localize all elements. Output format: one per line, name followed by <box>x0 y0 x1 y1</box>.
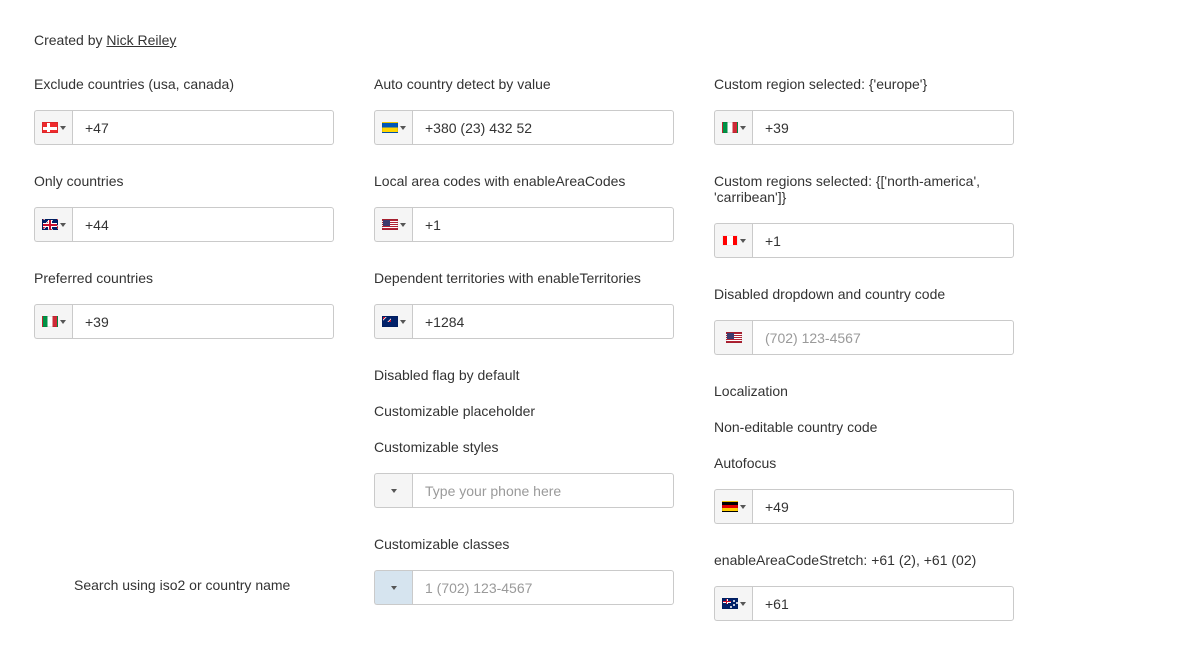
phone-field-classes[interactable] <box>412 570 674 605</box>
phone-field-preferred[interactable] <box>72 304 334 339</box>
flag-dropdown-no[interactable] <box>34 110 72 145</box>
phone-input-disabled <box>714 320 1014 355</box>
label-only-countries: Only countries <box>34 173 334 189</box>
credit-prefix: Created by <box>34 32 106 48</box>
flag-australia-icon <box>722 598 738 609</box>
flag-dropdown-us[interactable] <box>374 207 412 242</box>
column-3: Custom region selected: {'europe'} Custo… <box>714 76 1014 639</box>
chevron-down-icon <box>740 239 746 243</box>
chevron-down-icon <box>400 320 406 324</box>
flag-canada-icon <box>722 235 738 246</box>
phone-input-classes <box>374 570 674 605</box>
flag-dropdown-none[interactable] <box>374 473 412 508</box>
label-region-na: Custom regions selected: {['north-americ… <box>714 173 1014 205</box>
label-customizable-styles: Customizable styles <box>374 439 674 455</box>
flag-italy-icon <box>722 122 738 133</box>
flag-uk-icon <box>42 219 58 230</box>
columns: Exclude countries (usa, canada) Only cou… <box>34 76 1166 639</box>
flag-ukraine-icon <box>382 122 398 133</box>
flag-dropdown-it[interactable] <box>34 304 72 339</box>
label-noneditable: Non-editable country code <box>714 419 1014 435</box>
flag-italy-icon <box>42 316 58 327</box>
flag-usa-icon <box>726 332 742 343</box>
label-auto-detect: Auto country detect by value <box>374 76 674 92</box>
chevron-down-icon <box>740 126 746 130</box>
phone-field-disabled[interactable] <box>752 320 1014 355</box>
phone-input-preferred <box>34 304 334 339</box>
phone-input-only <box>34 207 334 242</box>
phone-field-region1[interactable] <box>752 110 1014 145</box>
phone-input-autofocus <box>714 489 1014 524</box>
phone-field-territories[interactable] <box>412 304 674 339</box>
chevron-down-icon <box>60 223 66 227</box>
search-section: Search using iso2 or country name <box>74 577 374 611</box>
chevron-down-icon <box>400 126 406 130</box>
phone-input-exclude <box>34 110 334 145</box>
chevron-down-icon <box>391 489 397 493</box>
flag-norway-icon <box>42 122 58 133</box>
flag-dropdown-vg[interactable] <box>374 304 412 339</box>
phone-field-auto[interactable] <box>412 110 674 145</box>
flag-dropdown-disabled <box>714 320 752 355</box>
chevron-down-icon <box>400 223 406 227</box>
phone-input-area <box>374 207 674 242</box>
column-2: Auto country detect by value Local area … <box>374 76 674 639</box>
chevron-down-icon <box>391 586 397 590</box>
flag-dropdown-custom[interactable] <box>374 570 412 605</box>
chevron-down-icon <box>740 505 746 509</box>
chevron-down-icon <box>60 126 66 130</box>
phone-field-styles[interactable] <box>412 473 674 508</box>
flag-bvi-icon <box>382 316 398 327</box>
label-region-europe: Custom region selected: {'europe'} <box>714 76 1014 92</box>
phone-field-autofocus[interactable] <box>752 489 1014 524</box>
phone-field-stretch[interactable] <box>752 586 1014 621</box>
phone-input-styles <box>374 473 674 508</box>
flag-usa-icon <box>382 219 398 230</box>
flag-dropdown-it2[interactable] <box>714 110 752 145</box>
author-link[interactable]: Nick Reiley <box>106 32 176 48</box>
label-autofocus: Autofocus <box>714 455 1014 471</box>
flag-dropdown-au[interactable] <box>714 586 752 621</box>
flag-dropdown-gb[interactable] <box>34 207 72 242</box>
label-search: Search using iso2 or country name <box>74 577 374 593</box>
phone-input-region1 <box>714 110 1014 145</box>
phone-field-region2[interactable] <box>752 223 1014 258</box>
label-disabled-dropdown: Disabled dropdown and country code <box>714 286 1014 302</box>
phone-input-region2 <box>714 223 1014 258</box>
phone-input-stretch <box>714 586 1014 621</box>
phone-input-territories <box>374 304 674 339</box>
label-stretch: enableAreaCodeStretch: +61 (2), +61 (02) <box>714 552 1014 568</box>
flag-dropdown-ca[interactable] <box>714 223 752 258</box>
chevron-down-icon <box>60 320 66 324</box>
label-territories: Dependent territories with enableTerrito… <box>374 270 674 286</box>
label-localization: Localization <box>714 383 1014 399</box>
phone-field-exclude[interactable] <box>72 110 334 145</box>
credit-line: Created by Nick Reiley <box>34 32 1166 48</box>
phone-input-auto <box>374 110 674 145</box>
flag-dropdown-de[interactable] <box>714 489 752 524</box>
label-preferred-countries: Preferred countries <box>34 270 334 286</box>
label-disabled-flag: Disabled flag by default <box>374 367 674 383</box>
phone-field-area[interactable] <box>412 207 674 242</box>
phone-field-only[interactable] <box>72 207 334 242</box>
label-exclude-countries: Exclude countries (usa, canada) <box>34 76 334 92</box>
label-customizable-classes: Customizable classes <box>374 536 674 552</box>
flag-dropdown-ua[interactable] <box>374 110 412 145</box>
column-1: Exclude countries (usa, canada) Only cou… <box>34 76 334 639</box>
flag-germany-icon <box>722 501 738 512</box>
chevron-down-icon <box>740 602 746 606</box>
label-area-codes: Local area codes with enableAreaCodes <box>374 173 674 189</box>
label-customizable-placeholder: Customizable placeholder <box>374 403 674 419</box>
